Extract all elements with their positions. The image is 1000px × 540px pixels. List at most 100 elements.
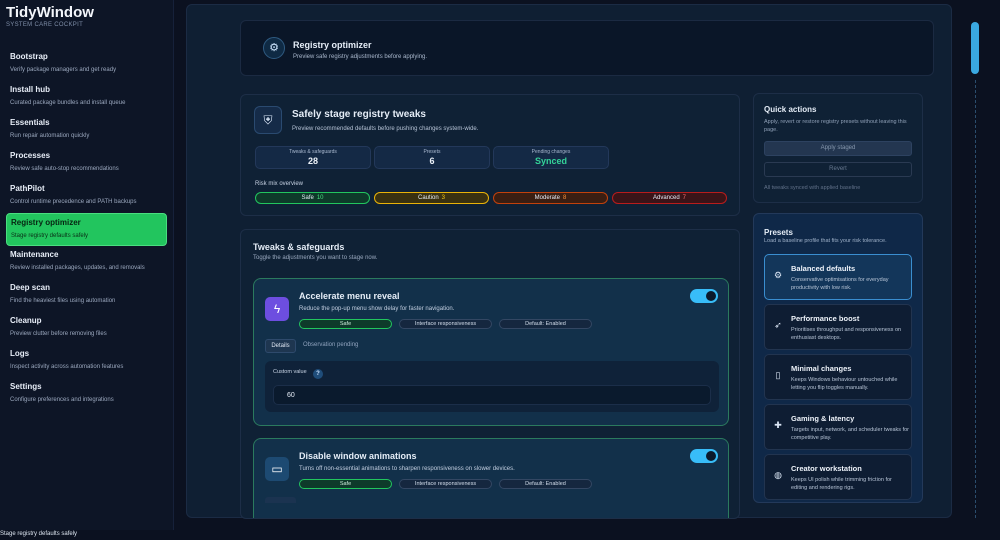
preset-desc: Keeps UI polish while trimming friction …	[791, 477, 892, 491]
presets-subtitle: Load a baseline profile that fits your r…	[764, 238, 887, 244]
status-bar-text: Stage registry defaults safely	[0, 531, 78, 537]
preset-title: Creator workstation	[791, 464, 862, 473]
shield-icon: ⛨	[254, 106, 282, 134]
stage-summary-panel: ⛨ Safely stage registry tweaks Preview r…	[240, 94, 740, 216]
stat-label: Presets	[423, 149, 441, 155]
preset-title: Performance boost	[791, 314, 860, 323]
risk-count: 8	[563, 195, 567, 201]
app-window: TidyWindow SYSTEM CARE COCKPIT Bootstrap…	[0, 0, 1000, 540]
stat-value: 28	[307, 156, 318, 166]
sidebar-item-label: Install hub	[10, 85, 50, 94]
tweaks-panel: Tweaks & safeguards Toggle the adjustmen…	[240, 229, 740, 519]
rocket-icon: ➶	[774, 320, 782, 330]
page-subtitle: Preview safe registry adjustments before…	[293, 54, 428, 60]
stat-tweaks: Tweaks & safeguards 28	[255, 146, 371, 169]
sidebar-item-logs[interactable]: Logs Inspect activity across automation …	[6, 345, 167, 378]
sidebar-item-essentials[interactable]: Essentials Run repair automation quickly	[6, 114, 167, 147]
tag-risk: Safe	[299, 479, 392, 489]
sidebar-item-desc: Verify package managers and get ready	[10, 67, 117, 73]
preset-title: Balanced defaults	[791, 264, 856, 273]
risk-count: 7	[682, 195, 687, 201]
stat-value: Synced	[534, 156, 567, 166]
sidebar-item-desc: Review installed packages, updates, and …	[10, 265, 145, 271]
presets-panel: Presets Load a baseline profile that fit…	[753, 213, 923, 503]
revert-button[interactable]: Revert	[764, 162, 912, 177]
sidebar-item-desc: Review safe auto-stop recommendations	[10, 166, 119, 172]
stat-pending-changes: Pending changes Synced	[493, 146, 609, 169]
custom-value-section: Custom value ? 60	[265, 361, 719, 412]
sidebar-item-label: Essentials	[10, 118, 50, 127]
sidebar-item-processes[interactable]: Processes Review safe auto-stop recommen…	[6, 147, 167, 180]
preset-gaming-latency[interactable]: ✚ Gaming & latency Targets input, networ…	[764, 404, 912, 450]
risk-count: 10	[316, 195, 324, 201]
risk-name: Caution	[417, 195, 439, 201]
sidebar-item-label: PathPilot	[10, 184, 45, 193]
details-button[interactable]: Details	[265, 339, 296, 353]
observation-status: Observation pending	[303, 342, 359, 348]
sidebar: TidyWindow SYSTEM CARE COCKPIT Bootstrap…	[0, 0, 174, 530]
sidebar-item-desc: Configure preferences and integrations	[10, 397, 114, 403]
risk-badge-caution: Caution 3	[374, 192, 489, 204]
preset-desc: Keeps Windows behaviour untouched while …	[791, 377, 898, 391]
risk-name: Safe	[301, 195, 314, 201]
details-button[interactable]	[265, 497, 296, 503]
brand: TidyWindow SYSTEM CARE COCKPIT	[0, 0, 173, 32]
quick-actions-panel: Quick actions Apply, revert or restore r…	[753, 93, 923, 203]
preset-minimal-changes[interactable]: ▯ Minimal changes Keeps Windows behaviou…	[764, 354, 912, 400]
risk-mix-label: Risk mix overview	[255, 181, 304, 187]
stat-presets: Presets 6	[374, 146, 490, 169]
presets-title: Presets	[764, 228, 793, 237]
tweak-title: Accelerate menu reveal	[299, 291, 400, 301]
sidebar-item-pathpilot[interactable]: PathPilot Control runtime precedence and…	[6, 180, 167, 213]
risk-badge-safe: Safe 10	[255, 192, 370, 204]
tweak-toggle[interactable]	[690, 449, 718, 463]
sidebar-item-desc: Run repair automation quickly	[10, 133, 90, 139]
stat-label: Pending changes	[531, 149, 571, 155]
custom-value-label: Custom value	[273, 369, 307, 375]
sidebar-item-desc: Find the heaviest files using automation	[10, 298, 116, 304]
sidebar-item-label: Logs	[10, 349, 30, 358]
tweaks-subtitle: Toggle the adjustments you want to stage…	[253, 255, 378, 261]
sidebar-item-maintenance[interactable]: Maintenance Review installed packages, u…	[6, 246, 167, 279]
sidebar-item-label: Processes	[10, 151, 51, 160]
help-icon[interactable]: ?	[313, 369, 323, 379]
risk-name: Moderate	[534, 195, 560, 201]
quick-actions-subtitle: Apply, revert or restore registry preset…	[764, 119, 907, 133]
tweak-desc: Turns off non-essential animations to sh…	[299, 466, 515, 472]
preset-balanced-defaults[interactable]: ⚙ Balanced defaults Conservative optimis…	[764, 254, 912, 300]
app-title: TidyWindow	[6, 4, 94, 21]
tweak-card-window-animations: ▭ Disable window animations Turns off no…	[253, 438, 729, 518]
sidebar-item-desc: Inspect activity across automation featu…	[10, 364, 124, 370]
tweak-title: Disable window animations	[299, 451, 417, 461]
tag-default: Default: Enabled	[499, 479, 592, 489]
stat-value: 6	[429, 156, 435, 166]
sidebar-item-bootstrap[interactable]: Bootstrap Verify package managers and ge…	[6, 48, 167, 81]
tweak-desc: Reduce the pop-up menu show delay for fa…	[299, 306, 455, 312]
scrollbar[interactable]	[970, 22, 980, 520]
stage-subtitle: Preview recommended defaults before push…	[292, 126, 479, 132]
tag-default: Default: Enabled	[499, 319, 592, 329]
sync-note: All tweaks synced with applied baseline	[764, 185, 861, 191]
sidebar-nav: Bootstrap Verify package managers and ge…	[0, 48, 173, 411]
sidebar-item-install-hub[interactable]: Install hub Curated package bundles and …	[6, 81, 167, 114]
tweak-toggle[interactable]	[690, 289, 718, 303]
sidebar-item-settings[interactable]: Settings Configure preferences and integ…	[6, 378, 167, 411]
custom-value-input[interactable]: 60	[273, 385, 711, 405]
registry-icon: ⚙	[263, 37, 285, 59]
tag-risk: Safe	[299, 319, 392, 329]
apply-staged-button[interactable]: Apply staged	[764, 141, 912, 156]
preset-title: Gaming & latency	[791, 414, 855, 423]
risk-badge-advanced: Advanced 7	[612, 192, 727, 204]
app-subtitle: SYSTEM CARE COCKPIT	[6, 22, 84, 28]
sidebar-item-registry-optimizer[interactable]: Registry optimizer Stage registry defaul…	[6, 213, 167, 246]
tweak-card-menu-reveal: ϟ Accelerate menu reveal Reduce the pop-…	[253, 278, 729, 426]
sidebar-item-deep-scan[interactable]: Deep scan Find the heaviest files using …	[6, 279, 167, 312]
gear-icon: ⚙	[773, 270, 783, 280]
sidebar-item-cleanup[interactable]: Cleanup Preview clutter before removing …	[6, 312, 167, 345]
preset-performance-boost[interactable]: ➶ Performance boost Prioritises throughp…	[764, 304, 912, 350]
lightning-icon: ϟ	[265, 297, 289, 321]
preset-creator-workstation[interactable]: ◍ Creator workstation Keeps UI polish wh…	[764, 454, 912, 500]
sidebar-item-label: Maintenance	[10, 250, 59, 259]
scrollbar-thumb[interactable]	[971, 22, 979, 74]
preset-desc: Targets input, network, and scheduler tw…	[791, 427, 910, 441]
